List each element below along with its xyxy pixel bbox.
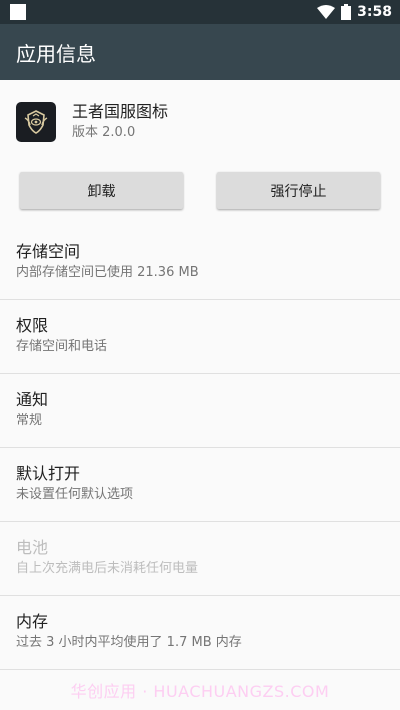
memory-item[interactable]: 内存 过去 3 小时内平均使用了 1.7 MB 内存 [0, 596, 400, 670]
status-time: 3:58 [357, 4, 392, 20]
permissions-item[interactable]: 权限 存储空间和电话 [0, 300, 400, 374]
action-buttons: 卸载 强行停止 [0, 172, 400, 210]
item-title: 权限 [16, 316, 49, 335]
status-right: 3:58 [317, 4, 392, 20]
item-title: 存储空间 [16, 242, 81, 261]
item-subtitle: 内部存储空间已使用 21.36 MB [16, 265, 199, 280]
wifi-icon [317, 5, 336, 19]
app-bar: 应用信息 [0, 24, 400, 80]
item-title: 内存 [16, 612, 49, 631]
battery-icon [341, 4, 352, 20]
app-name: 王者国服图标 [72, 102, 169, 121]
app-info: 王者国服图标 版本 2.0.0 [72, 101, 168, 143]
item-title: 默认打开 [16, 464, 81, 483]
battery-item: 电池 自上次充满电后未消耗任何电量 [0, 522, 400, 596]
uninstall-button[interactable]: 卸载 [20, 172, 183, 209]
storage-item[interactable]: 存储空间 内部存储空间已使用 21.36 MB [0, 226, 400, 300]
item-subtitle: 常规 [16, 413, 43, 428]
app-version: 版本 2.0.0 [72, 125, 136, 140]
item-title: 通知 [16, 390, 49, 409]
page-title: 应用信息 [16, 41, 96, 66]
notifications-item[interactable]: 通知 常规 [0, 374, 400, 448]
item-title: 电池 [16, 538, 49, 557]
item-subtitle: 存储空间和电话 [16, 339, 108, 354]
open-by-default-item[interactable]: 默认打开 未设置任何默认选项 [0, 448, 400, 522]
settings-list: 存储空间 内部存储空间已使用 21.36 MB 权限 存储空间和电话 通知 常规… [0, 226, 400, 670]
item-subtitle: 未设置任何默认选项 [16, 487, 134, 502]
emblem-icon [24, 110, 48, 134]
app-header: 王者国服图标 版本 2.0.0 [0, 80, 400, 164]
status-bar: 3:58 [0, 0, 400, 24]
notification-icon [10, 4, 26, 20]
app-icon [16, 102, 56, 142]
watermark: 华创应用 · HUACHUANGZS.COM [70, 682, 330, 701]
item-subtitle: 过去 3 小时内平均使用了 1.7 MB 内存 [16, 635, 242, 650]
item-subtitle: 自上次充满电后未消耗任何电量 [16, 561, 199, 576]
force-stop-button[interactable]: 强行停止 [217, 172, 380, 209]
